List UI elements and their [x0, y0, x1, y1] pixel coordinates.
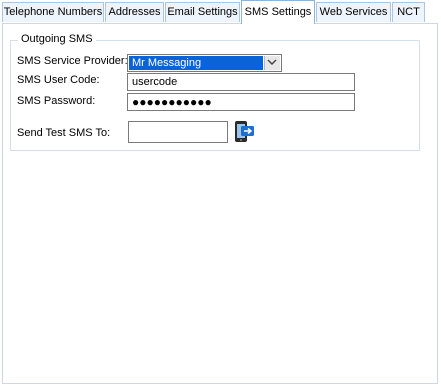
- tab-nct[interactable]: NCT: [392, 2, 425, 22]
- tab-strip: Telephone Numbers Addresses Email Settin…: [0, 0, 441, 24]
- phone-send-icon[interactable]: [233, 120, 255, 144]
- chevron-down-icon[interactable]: [264, 56, 280, 70]
- provider-label: SMS Service Provider:: [17, 55, 128, 67]
- tab-addresses[interactable]: Addresses: [105, 2, 164, 22]
- provider-select[interactable]: Mr Messaging: [127, 54, 282, 72]
- tab-sms-settings[interactable]: SMS Settings: [241, 0, 315, 24]
- tab-telephone-numbers[interactable]: Telephone Numbers: [2, 2, 104, 22]
- send-test-field[interactable]: [128, 121, 228, 143]
- password-label: SMS Password:: [17, 95, 96, 107]
- send-test-label: Send Test SMS To:: [17, 127, 111, 139]
- user-code-field[interactable]: usercode: [127, 73, 355, 91]
- password-field[interactable]: ●●●●●●●●●●●: [127, 93, 355, 111]
- tab-web-services[interactable]: Web Services: [316, 2, 391, 22]
- group-title: Outgoing SMS: [18, 33, 96, 45]
- user-code-label: SMS User Code:: [17, 74, 100, 86]
- tab-email-settings[interactable]: Email Settings: [165, 2, 240, 22]
- provider-selected-value: Mr Messaging: [129, 56, 263, 70]
